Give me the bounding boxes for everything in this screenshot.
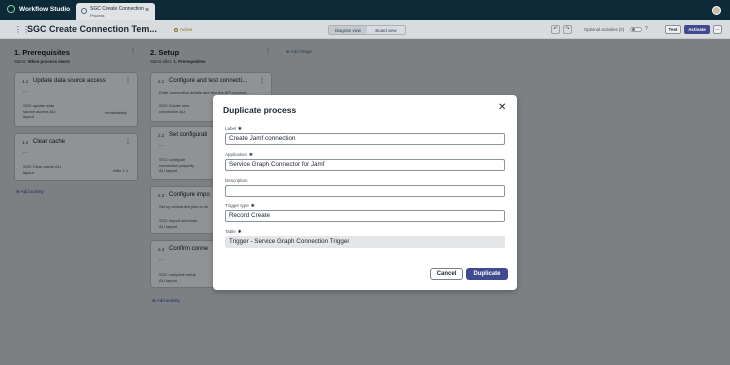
more-actions-button[interactable]: ... [713,25,722,34]
trigger-type-field-label: Trigger type ✱ [225,203,255,209]
add-stage-button[interactable]: ⊕ Add Stage [286,49,312,55]
undo-icon[interactable]: ↶ [551,25,560,34]
status-dot-icon [174,27,178,32]
activity-timing: After 1.1 [113,168,129,173]
activity-title: Configure impo [169,192,210,198]
application-field-label: Application ✱ [225,152,253,158]
activity-number: 1.1 [22,79,29,84]
workflow-logo-icon [7,5,15,13]
activity-card[interactable]: 1.1 Update data source access ⋮ - - SGC … [14,72,138,127]
activity-menu-icon[interactable]: ⋮ [259,77,265,84]
activity-detail: SGC Create new connection ALI [159,103,190,114]
description-field-label: Description [225,178,248,183]
activity-number: 2.2 [158,133,165,138]
stage-title: 1. Prerequisites [14,48,70,57]
close-icon[interactable]: ✕ [498,103,506,113]
activity-number: 1.2 [22,140,29,145]
description-input[interactable] [225,185,505,197]
application-input[interactable]: Service Graph Connector for Jamf [225,159,505,171]
activity-number: 2.1 [158,79,165,84]
field-label-text: Label [225,126,237,131]
activity-title: Configure and test connecti... [169,78,248,84]
activity-description: Set up scheduled jobs to im [159,204,209,209]
activity-detail: SGC complete setup ALI layout [159,272,196,283]
activity-card[interactable]: 1.2 Clear cache ⋮ - - SGC Clear cache AL… [14,133,138,181]
stage-starts: Starts after: 1. Prerequisites [150,59,205,64]
label-input[interactable]: Create Jamf connection [225,133,505,145]
activity-dash: - - [23,150,28,156]
app-name: Workflow Studio [19,5,71,13]
field-label-text: Trigger type [225,203,249,208]
optional-activities-label: Optional activities (0) [584,27,625,32]
process-icon [81,8,87,14]
activity-title: Update data source access [33,78,106,84]
dialog-title: Duplicate process [223,105,297,115]
activity-detail: SGC configure connection property ALI la… [159,157,195,173]
test-button[interactable]: Test [665,25,681,34]
activity-detail: SGC Import schedule ALI layout [159,218,198,229]
toggle-knob [632,28,635,31]
add-activity-button[interactable]: ⊕ Add activity [152,298,180,304]
trigger-type-input[interactable]: Record Create [225,210,505,222]
activity-dash: - - [159,143,164,149]
field-label-text: Table [225,229,236,234]
help-icon[interactable]: ? [645,26,648,32]
required-icon: ✱ [249,152,253,157]
stage-starts: Starts: When process starts [14,59,70,64]
add-activity-label: Add activity [20,189,44,194]
add-activity-button[interactable]: ⊕ Add activity [16,189,44,195]
activity-menu-icon[interactable]: ⋮ [125,138,131,145]
stage-menu-icon[interactable]: ⋮ [130,48,136,55]
activity-title: Confirm conne [169,246,209,252]
diagram-view-button[interactable]: Diagram view [329,26,367,34]
activity-dash: - - [159,257,164,263]
process-toolbar: ⋮⋮ SGC Create Connection Tem... Active D… [0,20,730,39]
starts-label: Starts: [14,59,27,64]
activity-detail: SGC Clear cache ALI layout [23,164,62,175]
activity-menu-icon[interactable]: ⋮ [125,77,131,84]
view-toggle: Diagram view Board view [328,25,406,35]
starts-value: When process starts [27,59,70,64]
label-field-label: Label ✱ [225,126,242,132]
tab-subtitle: Process [90,13,105,18]
add-stage-label: Add Stage [290,49,312,54]
starts-value: 1. Prerequisites [173,59,206,64]
add-activity-label: Add activity [156,298,180,303]
tab-title: SGC Create Connection [90,6,144,12]
page-title: SGC Create Connection Tem... [27,24,157,34]
required-icon: ✱ [238,126,242,131]
stage-menu-icon[interactable]: ⋮ [265,48,271,55]
close-tab-icon[interactable]: × [145,7,149,14]
optional-activities-toggle[interactable] [630,27,642,32]
activity-number: 2.3 [158,193,165,198]
activity-dash: - - [23,89,28,95]
table-field-readonly: Trigger - Service Graph Connection Trigg… [225,236,505,248]
top-app-bar: Workflow Studio SGC Create Connection Pr… [0,0,730,20]
required-icon: ✱ [250,203,255,208]
activity-detail: SGC update data source access ALI layout [23,103,56,119]
activity-number: 2.4 [158,247,165,252]
field-label-text: Application [225,152,248,157]
activate-button[interactable]: Activate [684,25,710,34]
status-label: Active [180,27,193,32]
stage-title: 2. Setup [150,48,180,57]
tab-process[interactable]: SGC Create Connection Process × [76,3,155,20]
cancel-button[interactable]: Cancel [430,268,463,280]
activity-title: Set configurati [169,132,208,138]
required-icon: ✱ [237,229,242,234]
table-field-label: Table ✱ [225,229,242,235]
activity-title: Clear cache [33,139,66,145]
duplicate-button[interactable]: Duplicate [466,268,508,280]
status-badge: Active [174,27,192,32]
activity-timing: Immediately [105,110,127,115]
duplicate-process-dialog: Duplicate process ✕ Label ✱ Create Jamf c… [213,95,517,290]
starts-label: Starts after: [150,59,173,64]
redo-icon[interactable]: ↷ [563,25,572,34]
board-view-button[interactable]: Board view [367,26,405,34]
avatar[interactable] [712,6,721,15]
brand[interactable]: Workflow Studio [7,5,70,13]
